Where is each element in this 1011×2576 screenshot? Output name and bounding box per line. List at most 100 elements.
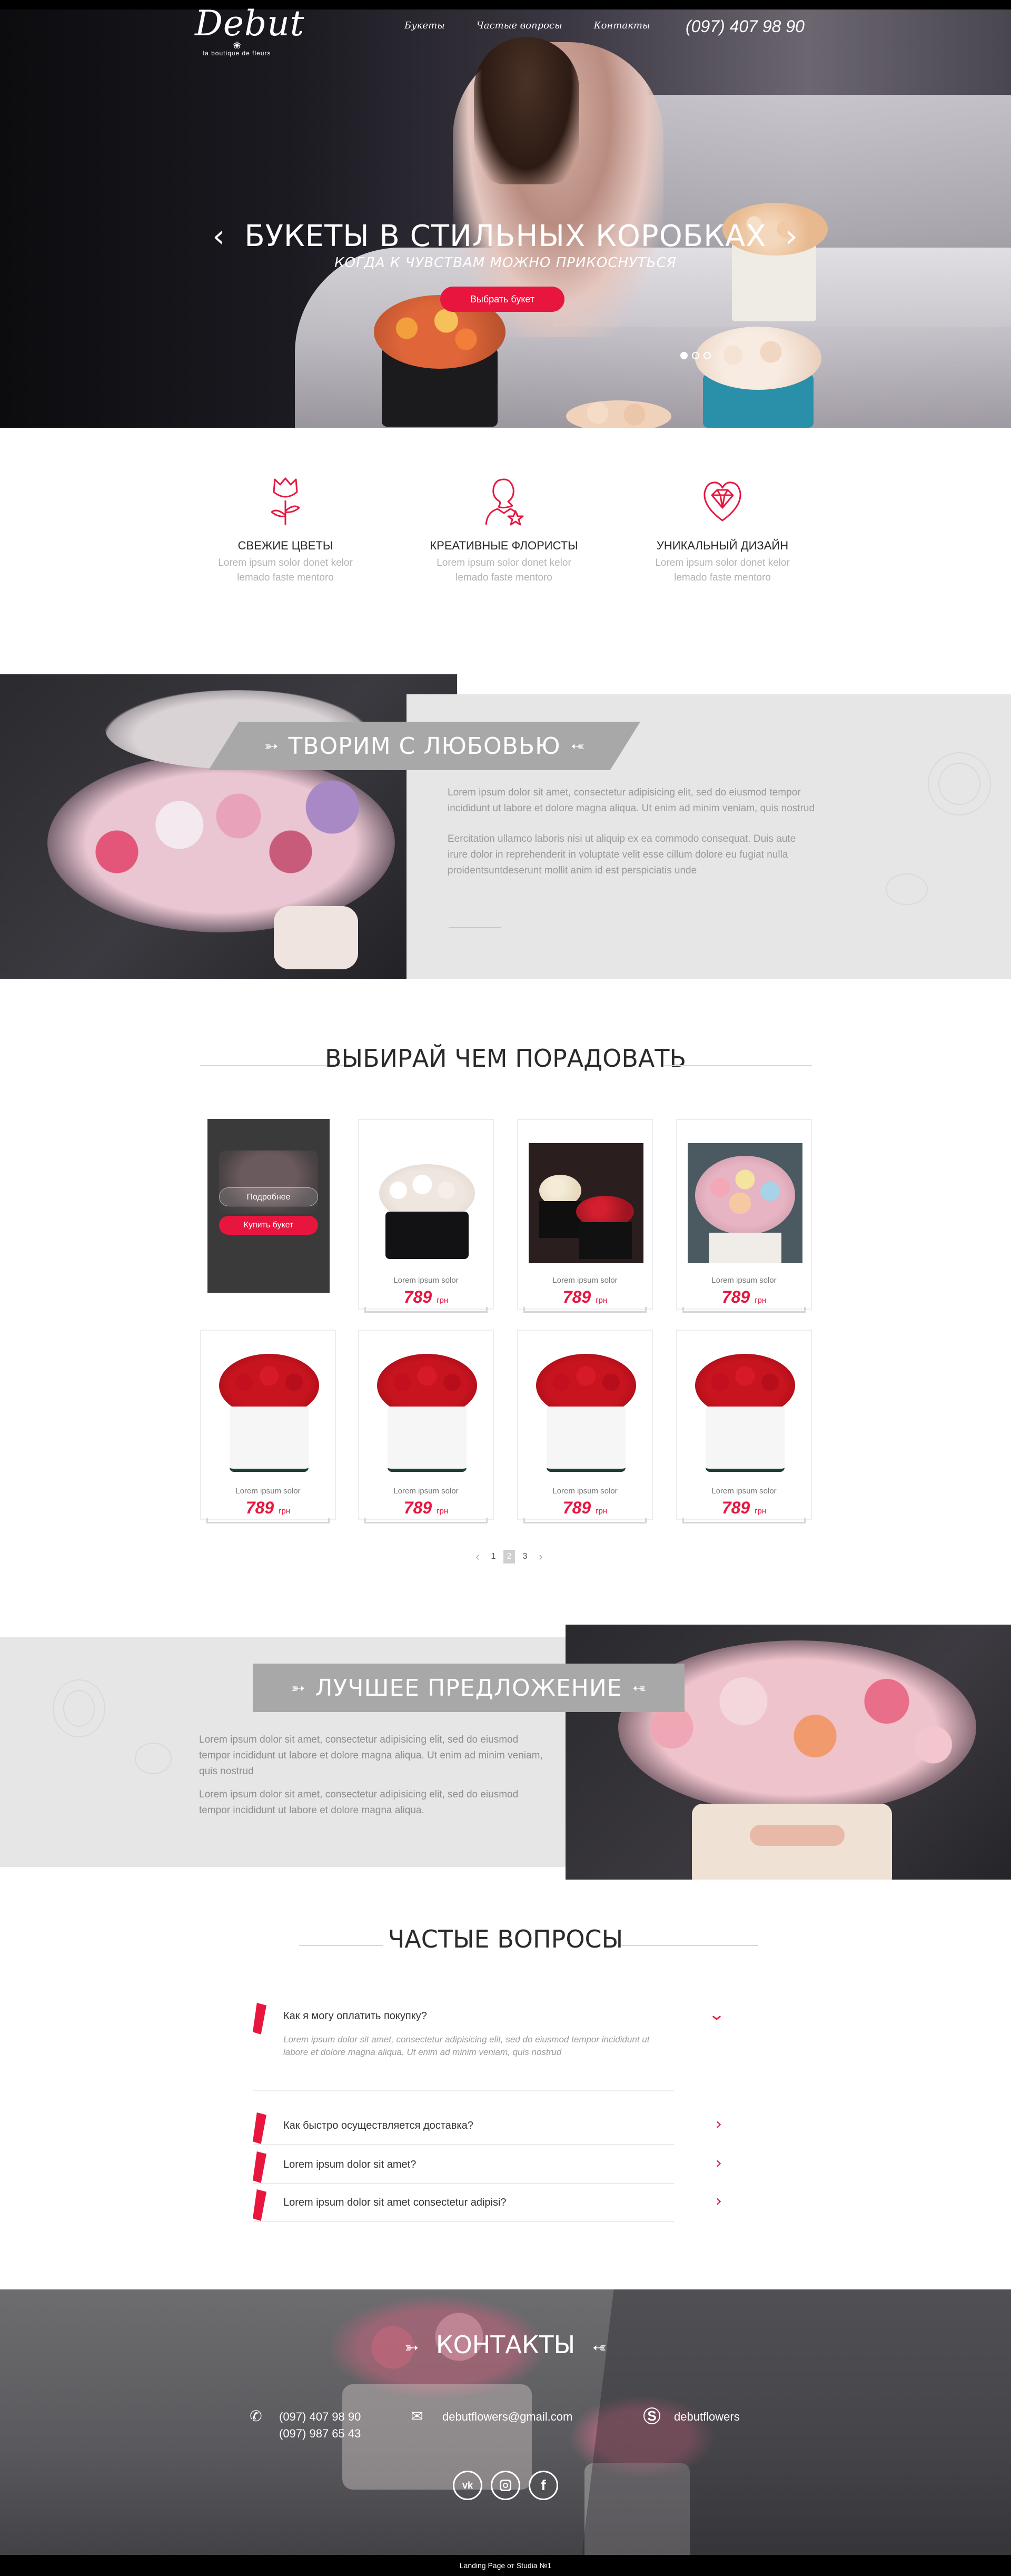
- contact-phone-2[interactable]: (097) 987 65 43: [279, 2425, 361, 2442]
- slider-dot-3[interactable]: [703, 352, 711, 359]
- black-box: [579, 1222, 632, 1259]
- page-link[interactable]: 3: [519, 1550, 531, 1564]
- offer-bouquet-image: [566, 1625, 1011, 1880]
- details-button[interactable]: Подробнее: [219, 1187, 318, 1206]
- black-box: [385, 1212, 469, 1259]
- product-image: [688, 1354, 802, 1474]
- product-card-hover[interactable]: Подробнее Купить букет: [207, 1119, 330, 1293]
- ribbon-ornament-icon: ➳: [404, 2337, 419, 2357]
- product-card[interactable]: Lorem ipsum solor 789 грн: [517, 1119, 653, 1313]
- product-currency: грн: [596, 1507, 608, 1516]
- product-currency: грн: [437, 1296, 449, 1305]
- hero-title: БУКЕТЫ В СТИЛЬНЫХ КОРОБКАХ: [244, 219, 767, 253]
- feature-text-line: Lorem ipsum solor donet kelor: [655, 557, 790, 568]
- florist-icon: [485, 478, 524, 526]
- product-card[interactable]: Lorem ipsum solor 789 грн: [676, 1119, 812, 1313]
- facebook-icon[interactable]: f: [529, 2471, 558, 2500]
- product-price: 789 грн: [201, 1498, 335, 1518]
- nav-faq[interactable]: Частые вопросы: [477, 20, 562, 31]
- logo[interactable]: Debut ❀ la boutique de fleurs: [195, 6, 304, 57]
- faq-item-expanded[interactable]: Как я могу оплатить покупку? Lorem ipsum…: [253, 2003, 725, 2091]
- offer-paragraph: Lorem ipsum dolor sit amet, consectetur …: [199, 1734, 543, 1777]
- faq-item[interactable]: Lorem ipsum dolor sit amet? ›: [253, 2151, 722, 2184]
- chevron-right-icon[interactable]: ›: [711, 2156, 727, 2171]
- chevron-down-icon[interactable]: ⌄: [707, 2007, 727, 2023]
- faq-question[interactable]: Lorem ipsum dolor sit amet?: [283, 2159, 416, 2171]
- product-price-value: 789: [721, 1498, 750, 1517]
- vk-icon[interactable]: vk: [453, 2471, 482, 2500]
- product-price: 789 грн: [359, 1287, 493, 1307]
- product-card[interactable]: Lorem ipsum solor 789 грн: [676, 1330, 812, 1523]
- header-phone[interactable]: (097) 407 98 90: [686, 17, 805, 36]
- instagram-lens: [503, 2483, 508, 2488]
- product-name: Lorem ipsum solor: [235, 1487, 301, 1496]
- rose-sketch-decoration: [135, 1743, 172, 1774]
- faq-flag-icon: [253, 2189, 266, 2221]
- product-card[interactable]: Lorem ipsum solor 789 грн: [358, 1119, 494, 1313]
- contact-email[interactable]: debutflowers@gmail.com: [442, 2408, 572, 2425]
- white-box: [388, 1407, 467, 1472]
- phone-icon: ✆: [250, 2408, 262, 2424]
- hero-flowers-pastel: [695, 327, 821, 390]
- faq-question[interactable]: Как я могу оплатить покупку?: [283, 2010, 427, 2022]
- faq-question[interactable]: Lorem ipsum dolor sit amet consectetur a…: [283, 2197, 507, 2209]
- chevron-right-icon[interactable]: ›: [711, 2194, 727, 2209]
- faq-title: ЧАСТЫЕ ВОПРОСЫ: [388, 1925, 623, 1953]
- nav-contacts[interactable]: Контакты: [594, 20, 650, 31]
- create-title: ТВОРИМ С ЛЮБОВЬЮ: [288, 732, 561, 760]
- footer-bar: Landing Page от Studia №1: [0, 2555, 1011, 2576]
- product-name: Lorem ipsum solor: [711, 1487, 777, 1496]
- offer-text: Lorem ipsum dolor sit amet, consectetur …: [199, 1732, 547, 1818]
- offer-bouquet-ribbon: [750, 1825, 845, 1846]
- page-link-current[interactable]: 2: [503, 1550, 515, 1564]
- product-name: Lorem ipsum solor: [552, 1487, 618, 1496]
- slider-dot-2[interactable]: [692, 352, 699, 359]
- faq-question[interactable]: Как быстро осуществляется доставка?: [283, 2120, 473, 2132]
- product-currency: грн: [279, 1507, 291, 1516]
- features-section: СВЕЖИЕ ЦВЕТЫ Lorem ipsum solor donet kel…: [0, 474, 1011, 611]
- bouquet-mixed-flowers: [695, 1156, 795, 1235]
- product-card[interactable]: Lorem ipsum solor 789 грн: [358, 1330, 494, 1523]
- product-image: [370, 1143, 484, 1263]
- nav-bouquets[interactable]: Букеты: [404, 20, 445, 31]
- pagination: ‹ 1 2 3 ›: [472, 1550, 547, 1564]
- faq-item[interactable]: Как быстро осуществляется доставка? ›: [253, 2112, 722, 2145]
- contact-phone-1[interactable]: (097) 407 98 90: [279, 2408, 361, 2425]
- ribbon-ornament-icon: ➳: [631, 1678, 647, 1698]
- catalog-title: ВЫБИРАЙ ЧЕМ ПОРАДОВАТЬ: [324, 1044, 687, 1073]
- white-box: [230, 1407, 309, 1472]
- product-price: 789 грн: [518, 1287, 652, 1307]
- contacts-title-wrap: ➳ КОНТАКТЫ ➳: [0, 2331, 1011, 2359]
- instagram-icon[interactable]: [491, 2471, 520, 2500]
- offer-paragraph: Lorem ipsum dolor sit amet, consectetur …: [199, 1789, 519, 1816]
- product-currency: грн: [437, 1507, 449, 1516]
- feature-text-line: Lorem ipsum solor donet kelor: [218, 557, 353, 568]
- product-image: [529, 1354, 643, 1474]
- title-line-right: [621, 1945, 758, 1946]
- feature-text: Lorem ipsum solor donet kelor lemado fas…: [617, 556, 828, 585]
- page-link[interactable]: 1: [488, 1550, 499, 1564]
- pager-prev-icon[interactable]: ‹: [472, 1550, 483, 1564]
- slider-dot-1[interactable]: [680, 352, 688, 359]
- buy-bouquet-button[interactable]: Купить букет: [219, 1216, 318, 1235]
- title-line-right: [665, 1065, 812, 1066]
- create-paragraph: Eercitation ullamco laboris nisi ut aliq…: [448, 833, 796, 876]
- create-title-ribbon: ➳ ТВОРИМ С ЛЮБОВЬЮ ➳: [209, 722, 640, 770]
- chevron-right-icon[interactable]: ›: [711, 2117, 727, 2132]
- white-box: [709, 1233, 781, 1263]
- contact-skype[interactable]: debutflowers: [674, 2408, 740, 2425]
- rose-sketch-decoration: [886, 873, 928, 905]
- bouquet-box: [274, 906, 358, 969]
- product-card[interactable]: Lorem ipsum solor 789 грн: [517, 1330, 653, 1523]
- product-currency: грн: [755, 1296, 767, 1305]
- pager-next-icon[interactable]: ›: [535, 1550, 547, 1564]
- bouquet-flowers: [47, 753, 395, 932]
- faq-item[interactable]: Lorem ipsum dolor sit amet consectetur a…: [253, 2189, 722, 2222]
- feature-text-line: lemado faste mentoro: [455, 572, 552, 583]
- contacts-title: КОНТАКТЫ: [435, 2331, 576, 2359]
- ribbon-ornament-icon: ➳: [291, 1678, 306, 1698]
- ribbon-ornament-icon: ➳: [592, 2337, 607, 2357]
- product-card[interactable]: Lorem ipsum solor 789 грн: [200, 1330, 336, 1523]
- main-nav: Букеты Частые вопросы Контакты: [404, 20, 682, 31]
- choose-bouquet-button[interactable]: Выбрать букет: [440, 287, 564, 312]
